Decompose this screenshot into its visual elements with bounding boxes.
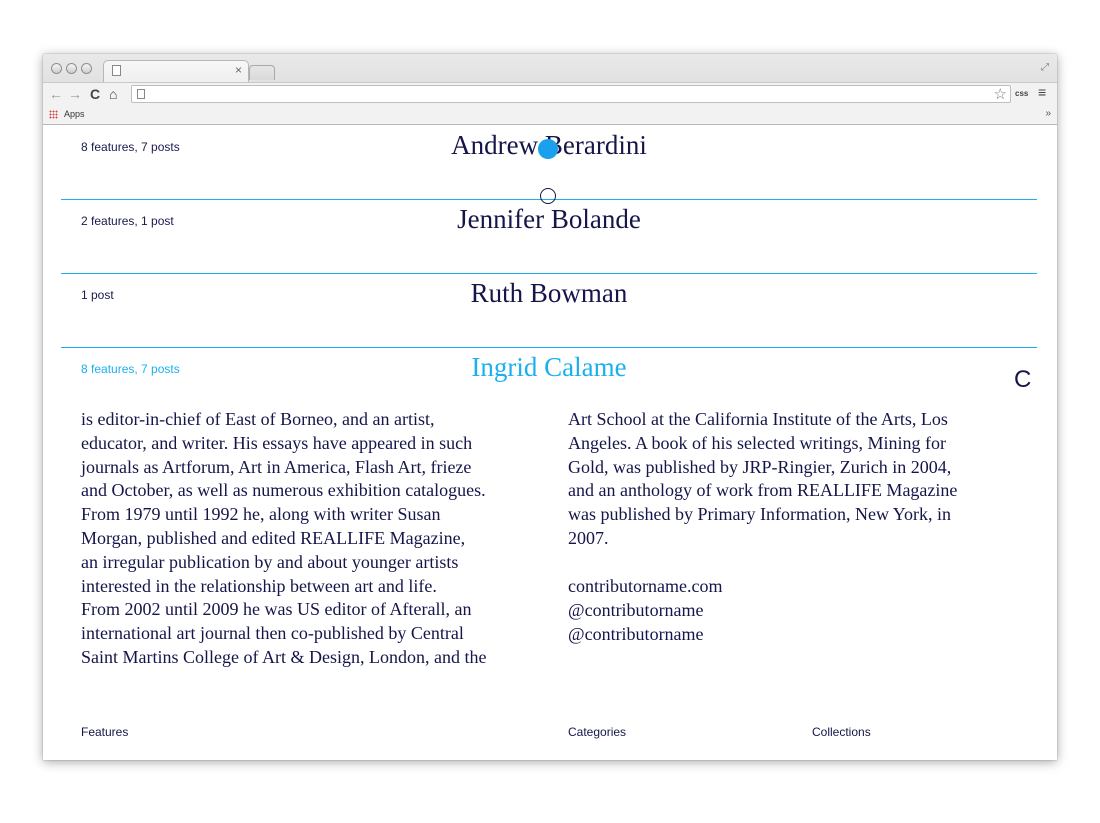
browser-chrome: × ⤢ ← → C ⌂ ☆ css ≡ Apps » bbox=[43, 54, 1057, 125]
bookmark-star-icon[interactable]: ☆ bbox=[994, 85, 1007, 103]
browser-window: × ⤢ ← → C ⌂ ☆ css ≡ Apps » 8 features, 7… bbox=[43, 54, 1057, 760]
cursor-dot-icon bbox=[538, 139, 558, 159]
new-tab-button[interactable] bbox=[249, 65, 275, 80]
apps-bookmark[interactable]: Apps bbox=[64, 109, 85, 119]
contributor-row[interactable]: 1 post Ruth Bowman bbox=[61, 273, 1037, 348]
address-bar[interactable]: ☆ bbox=[131, 85, 1011, 103]
chevron-right-icon[interactable]: » bbox=[1045, 108, 1051, 119]
contributor-name[interactable]: Jennifer Bolande bbox=[61, 204, 1037, 235]
reload-icon[interactable]: C bbox=[90, 86, 100, 102]
forward-icon[interactable]: → bbox=[68, 86, 82, 102]
fullscreen-icon[interactable]: ⤢ bbox=[1041, 62, 1049, 73]
page-icon bbox=[112, 65, 121, 76]
apps-grid-icon[interactable] bbox=[49, 110, 58, 119]
browser-tab[interactable]: × bbox=[103, 60, 249, 82]
contributor-name[interactable]: Ingrid Calame bbox=[61, 352, 1037, 383]
cursor-ring-icon bbox=[540, 188, 556, 204]
social-link[interactable]: @contributorname bbox=[568, 598, 722, 622]
home-icon[interactable]: ⌂ bbox=[109, 86, 117, 102]
footer-categories-link[interactable]: Categories bbox=[568, 725, 626, 739]
page-icon bbox=[137, 89, 145, 99]
contributor-row[interactable]: 2 features, 1 post Jennifer Bolande bbox=[61, 199, 1037, 274]
close-tab-icon[interactable]: × bbox=[235, 63, 242, 77]
minimize-window-button[interactable] bbox=[66, 63, 77, 74]
menu-icon[interactable]: ≡ bbox=[1038, 84, 1046, 100]
browser-toolbar: ← → C ⌂ ☆ css ≡ bbox=[43, 82, 1057, 107]
footer-collections-link[interactable]: Collections bbox=[812, 725, 871, 739]
collapse-button[interactable]: C bbox=[1014, 366, 1031, 394]
footer-features-link[interactable]: Features bbox=[81, 725, 128, 739]
page-content: 8 features, 7 posts Andrew Berardini 2 f… bbox=[43, 125, 1057, 760]
css-extension-button[interactable]: css bbox=[1015, 89, 1028, 98]
social-link[interactable]: @contributorname bbox=[568, 622, 722, 646]
bookmarks-bar: Apps » bbox=[43, 106, 1057, 124]
contributor-links: contributorname.com @contributorname @co… bbox=[568, 574, 722, 646]
back-icon[interactable]: ← bbox=[49, 86, 63, 102]
bio-text-left: is editor-in-chief of East of Borneo, an… bbox=[81, 409, 487, 667]
zoom-window-button[interactable] bbox=[81, 63, 92, 74]
bio-text-right: Art School at the California Institute o… bbox=[568, 409, 958, 548]
contributor-name[interactable]: Ruth Bowman bbox=[61, 278, 1037, 309]
close-window-button[interactable] bbox=[51, 63, 62, 74]
window-controls bbox=[51, 63, 92, 74]
website-link[interactable]: contributorname.com bbox=[568, 574, 722, 598]
